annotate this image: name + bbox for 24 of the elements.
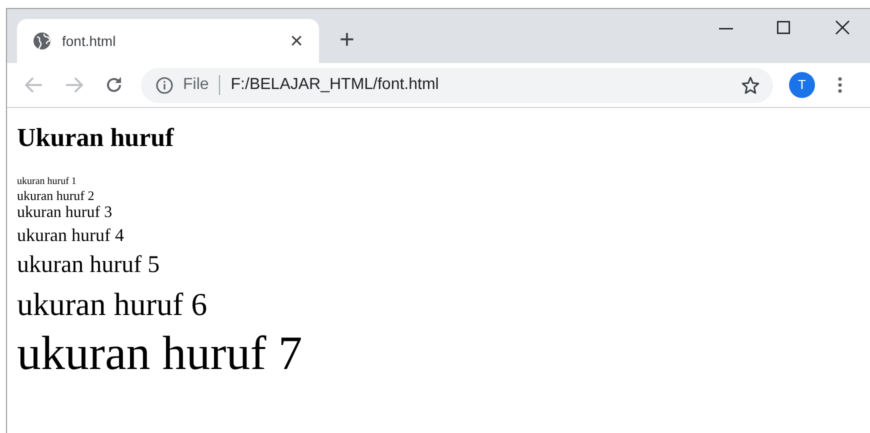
address-bar[interactable]: File F:/BELAJAR_HTML/font.html (141, 68, 773, 102)
url-text: F:/BELAJAR_HTML/font.html (230, 75, 439, 95)
sample-text: ukuran huruf 3 (17, 203, 112, 222)
page-heading: Ukuran huruf (17, 122, 175, 154)
site-label: File (183, 75, 209, 95)
sample-text: ukuran huruf 4 (17, 224, 124, 247)
new-tab-button[interactable]: + (333, 25, 361, 53)
tab-close-button[interactable]: × (290, 30, 303, 52)
sample-text: ukuran huruf 5 (17, 251, 160, 280)
tab-title: font.html (62, 32, 116, 50)
star-icon[interactable] (741, 76, 760, 94)
menu-icon[interactable] (838, 77, 842, 93)
reload-icon[interactable] (105, 76, 123, 94)
globe-icon (33, 32, 51, 50)
sample-text: ukuran huruf 7 (17, 326, 302, 382)
close-icon[interactable] (835, 20, 850, 35)
maximize-icon[interactable] (777, 21, 790, 34)
sample-text: ukuran huruf 6 (17, 285, 208, 324)
browser-tab[interactable]: font.html × (17, 19, 319, 63)
info-icon[interactable] (156, 76, 173, 94)
sample-text: ukuran huruf 2 (17, 188, 94, 203)
minimize-icon[interactable] (719, 28, 733, 30)
profile-avatar[interactable]: T (789, 72, 815, 98)
sample-text: ukuran huruf 1 (17, 176, 76, 188)
